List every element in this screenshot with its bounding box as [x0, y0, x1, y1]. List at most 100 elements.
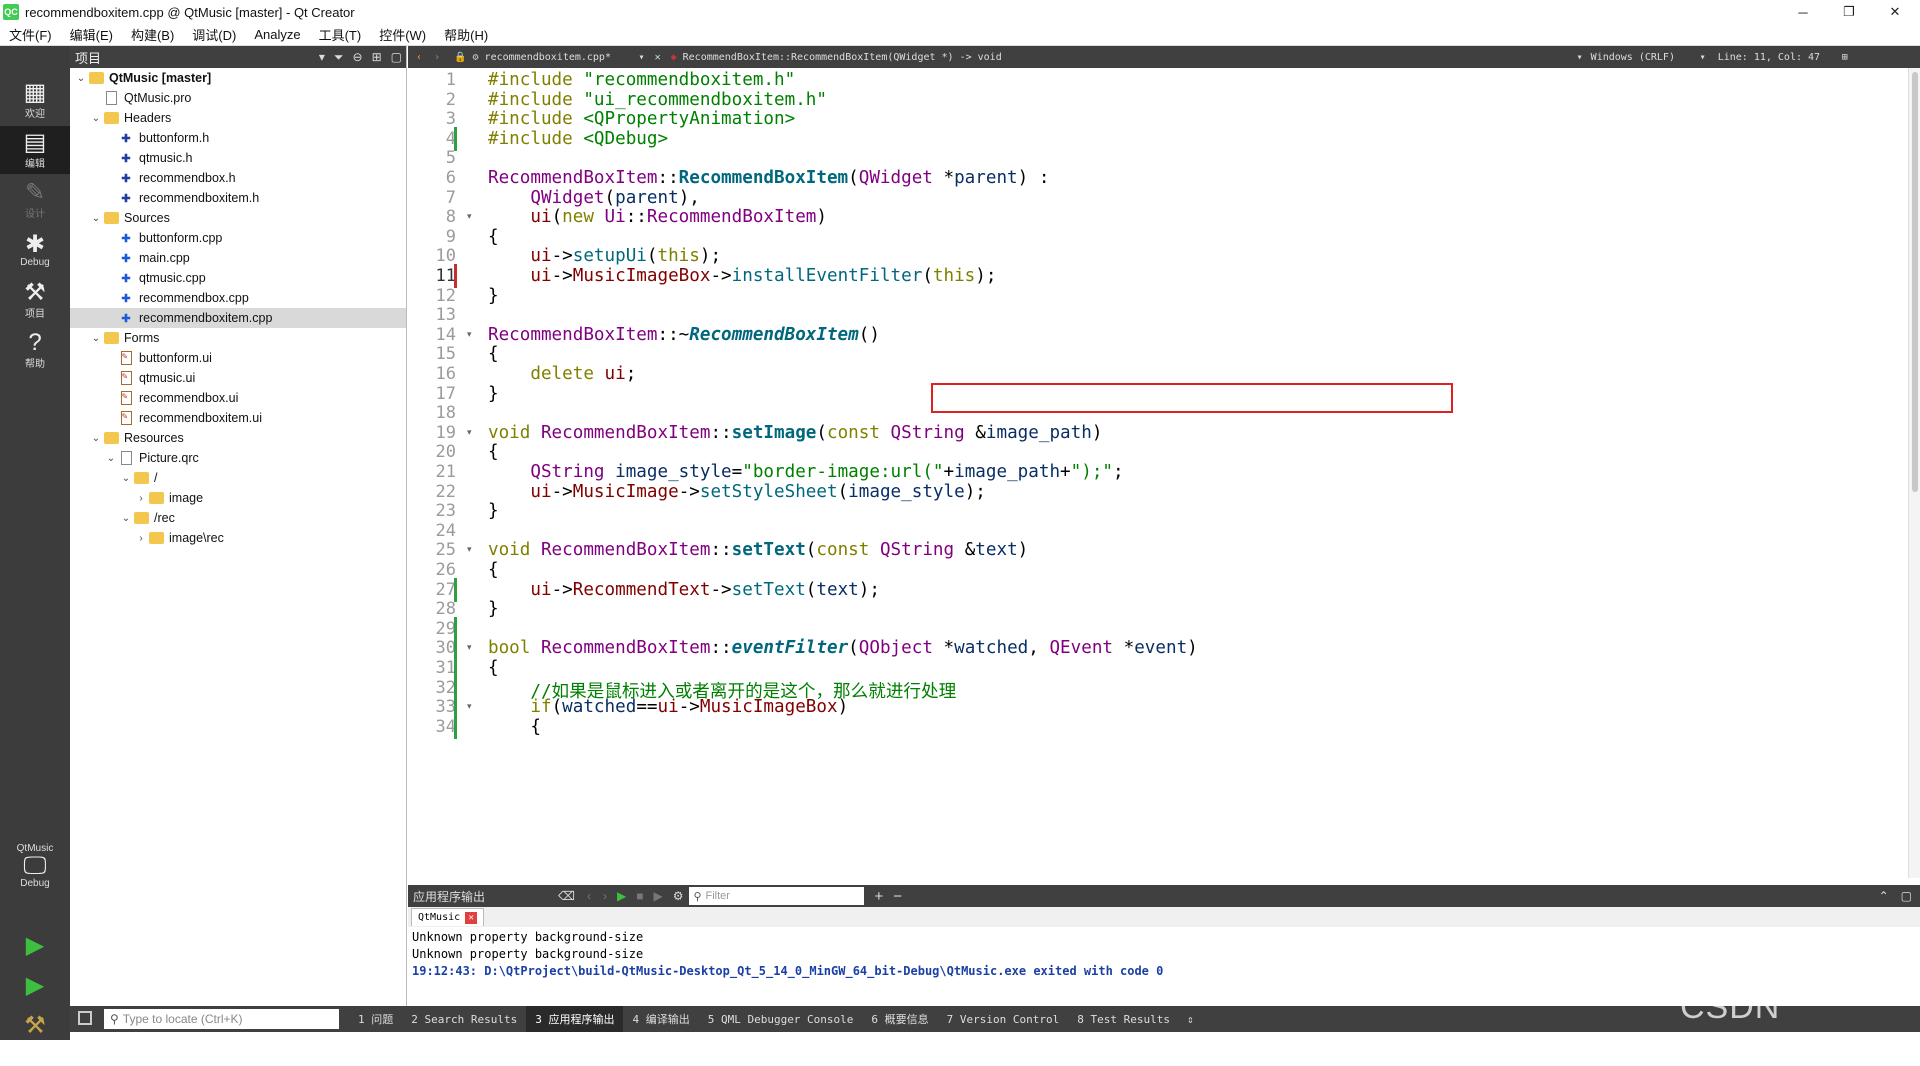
chevron-down-icon[interactable]: ⌄	[104, 453, 118, 464]
code-line[interactable]: }	[488, 599, 499, 619]
code-line[interactable]: }	[488, 286, 499, 306]
menu-item[interactable]: 控件(W)	[370, 25, 435, 44]
output-tab-qtmusic[interactable]: QtMusic ✕	[411, 908, 485, 926]
tree-item[interactable]: ⌄ Forms	[70, 328, 406, 348]
prev-icon[interactable]: ‹	[587, 889, 591, 903]
close-document-icon[interactable]: ✕	[655, 52, 661, 63]
code-line[interactable]: bool RecommendBoxItem::eventFilter(QObje…	[488, 638, 1198, 658]
chevron-right-icon[interactable]: ›	[134, 533, 148, 544]
close-icon[interactable]: ✕	[465, 911, 478, 924]
close-button[interactable]: ✕	[1872, 0, 1918, 24]
rerun-icon[interactable]: ▶	[617, 889, 626, 903]
gear-icon[interactable]: ⚙	[673, 889, 684, 903]
menu-item[interactable]: 编辑(E)	[61, 25, 122, 44]
tree-item[interactable]: ✚ main.cpp	[70, 248, 406, 268]
chevron-down-icon[interactable]: ⌄	[119, 473, 133, 484]
tree-item[interactable]: ✎ recommendboxitem.ui	[70, 408, 406, 428]
tree-item[interactable]: › image	[70, 488, 406, 508]
tree-item[interactable]: ✚ recommendbox.h	[70, 168, 406, 188]
clear-icon[interactable]: ⌫	[558, 889, 575, 903]
code-line[interactable]: ui(new Ui::RecommendBoxItem)	[488, 207, 827, 227]
output-pane-tab[interactable]: 7 Version Control	[938, 1006, 1069, 1032]
tree-item[interactable]: ⌄ QtMusic [master]	[70, 68, 406, 88]
tree-item[interactable]: ✚ recommendbox.cpp	[70, 288, 406, 308]
chevron-down-icon[interactable]: ⌄	[89, 333, 103, 344]
file-tab[interactable]: recommendboxitem.cpp*	[485, 52, 635, 63]
code-line[interactable]: }	[488, 501, 499, 521]
code-line[interactable]: ui->MusicImageBox->installEventFilter(th…	[488, 266, 996, 286]
link-icon[interactable]: ⊖	[353, 50, 363, 64]
code-line[interactable]: #include <QDebug>	[488, 129, 668, 149]
fold-icon[interactable]: ▾	[467, 211, 472, 222]
code-line[interactable]: {	[488, 717, 541, 737]
tree-item[interactable]: ✎ qtmusic.ui	[70, 368, 406, 388]
code-line[interactable]: ui->setupUi(this);	[488, 246, 721, 266]
tree-item[interactable]: ✚ recommendboxitem.h	[70, 188, 406, 208]
close-output-icon[interactable]: ▢	[1901, 889, 1912, 903]
attach-icon[interactable]: ▶	[653, 889, 662, 903]
chevron-down-icon[interactable]: ⌄	[74, 73, 88, 84]
tree-item[interactable]: ⌄ Resources	[70, 428, 406, 448]
tree-item[interactable]: ✚ recommendboxitem.cpp	[70, 308, 406, 328]
scrollbar-thumb[interactable]	[1912, 72, 1918, 492]
mode-welcome[interactable]: ▦ 欢迎	[0, 76, 70, 124]
split-icon[interactable]: ⊞	[372, 50, 382, 64]
chevron-down-icon[interactable]: ▾	[639, 52, 645, 63]
code-line[interactable]: #include "recommendboxitem.h"	[488, 70, 795, 90]
minus-icon[interactable]: −	[893, 888, 902, 905]
tree-item[interactable]: ⌄ Headers	[70, 108, 406, 128]
fold-icon[interactable]: ▾	[467, 329, 472, 340]
chevron-down-icon[interactable]: ⌄	[119, 513, 133, 524]
fold-icon[interactable]: ▾	[467, 642, 472, 653]
output-pane-tab[interactable]: 6 概要信息	[862, 1006, 937, 1032]
filter-icon[interactable]: ⏷	[334, 50, 344, 65]
code-line[interactable]: delete ui;	[488, 364, 636, 384]
build-button[interactable]: ⚒	[0, 1006, 70, 1046]
menu-item[interactable]: 构建(B)	[122, 25, 183, 44]
menu-item[interactable]: 文件(F)	[0, 25, 61, 44]
output-pane-tab[interactable]: 5 QML Debugger Console	[699, 1006, 863, 1032]
tree-item[interactable]: ⌄ /rec	[70, 508, 406, 528]
output-pane-tab[interactable]: 4 编译输出	[623, 1006, 698, 1032]
tree-item[interactable]: ✎ recommendbox.ui	[70, 388, 406, 408]
filter-input[interactable]: ⚲ Filter	[689, 887, 865, 905]
mode-debug[interactable]: ✱ Debug	[0, 226, 70, 274]
mode-design[interactable]: ✎ 设计	[0, 176, 70, 224]
minimize-button[interactable]: ─	[1780, 0, 1826, 24]
code-editor[interactable]: 1 2 3 4 5 6 7 8 ▾ 9 10 11 12 13 14 ▾ 15 16 17 18 19 ▾ 20 21 22 23…	[408, 68, 1908, 878]
menu-item[interactable]: 工具(T)	[310, 25, 371, 44]
output-pane-tab[interactable]: 2 Search Results	[402, 1006, 526, 1032]
sidebar-toggle-icon[interactable]	[78, 1011, 92, 1025]
add-icon[interactable]: +	[874, 888, 883, 905]
stop-icon[interactable]: ■	[636, 889, 643, 903]
editor-scrollbar[interactable]	[1908, 68, 1920, 878]
code-line[interactable]: }	[488, 384, 499, 404]
menu-item[interactable]: 调试(D)	[183, 25, 245, 44]
code-line[interactable]: RecommendBoxItem::~RecommendBoxItem()	[488, 325, 880, 345]
chevron-down-icon[interactable]: ⌄	[89, 213, 103, 224]
code-line[interactable]: #include "ui_recommendboxitem.h"	[488, 90, 827, 110]
tree-item[interactable]: QtMusic.pro	[70, 88, 406, 108]
fold-icon[interactable]: ▾	[467, 544, 472, 555]
code-line[interactable]: {	[488, 442, 499, 462]
tree-item[interactable]: ⌄ Sources	[70, 208, 406, 228]
line-ending-selector[interactable]: Windows (CRLF)	[1591, 52, 1696, 63]
output-pane-tab[interactable]: 8 Test Results	[1068, 1006, 1179, 1032]
chevron-down-icon[interactable]: ⌄	[89, 113, 103, 124]
code-line[interactable]: {	[488, 658, 499, 678]
tree-item[interactable]: ✚ qtmusic.h	[70, 148, 406, 168]
tree-item[interactable]: ⌄ Picture.qrc	[70, 448, 406, 468]
symbol-selector[interactable]: RecommendBoxItem::RecommendBoxItem(QWidg…	[683, 52, 1573, 63]
split-icon[interactable]: ⊞	[1842, 52, 1848, 63]
menu-item[interactable]: 帮助(H)	[435, 25, 497, 44]
output-pane-tab[interactable]: 1 问题	[349, 1006, 402, 1032]
maximize-output-icon[interactable]: ⌃	[1879, 889, 1889, 903]
code-line[interactable]: ui->RecommendText->setText(text);	[488, 580, 880, 600]
forward-icon[interactable]: ›	[434, 52, 440, 63]
code-line[interactable]: void RecommendBoxItem::setImage(const QS…	[488, 423, 1102, 443]
fold-icon[interactable]: ▾	[467, 427, 472, 438]
tree-item[interactable]: ✎ buttonform.ui	[70, 348, 406, 368]
chevron-right-icon[interactable]: ›	[134, 493, 148, 504]
tree-item[interactable]: ✚ buttonform.h	[70, 128, 406, 148]
code-line[interactable]: QWidget(parent),	[488, 188, 700, 208]
